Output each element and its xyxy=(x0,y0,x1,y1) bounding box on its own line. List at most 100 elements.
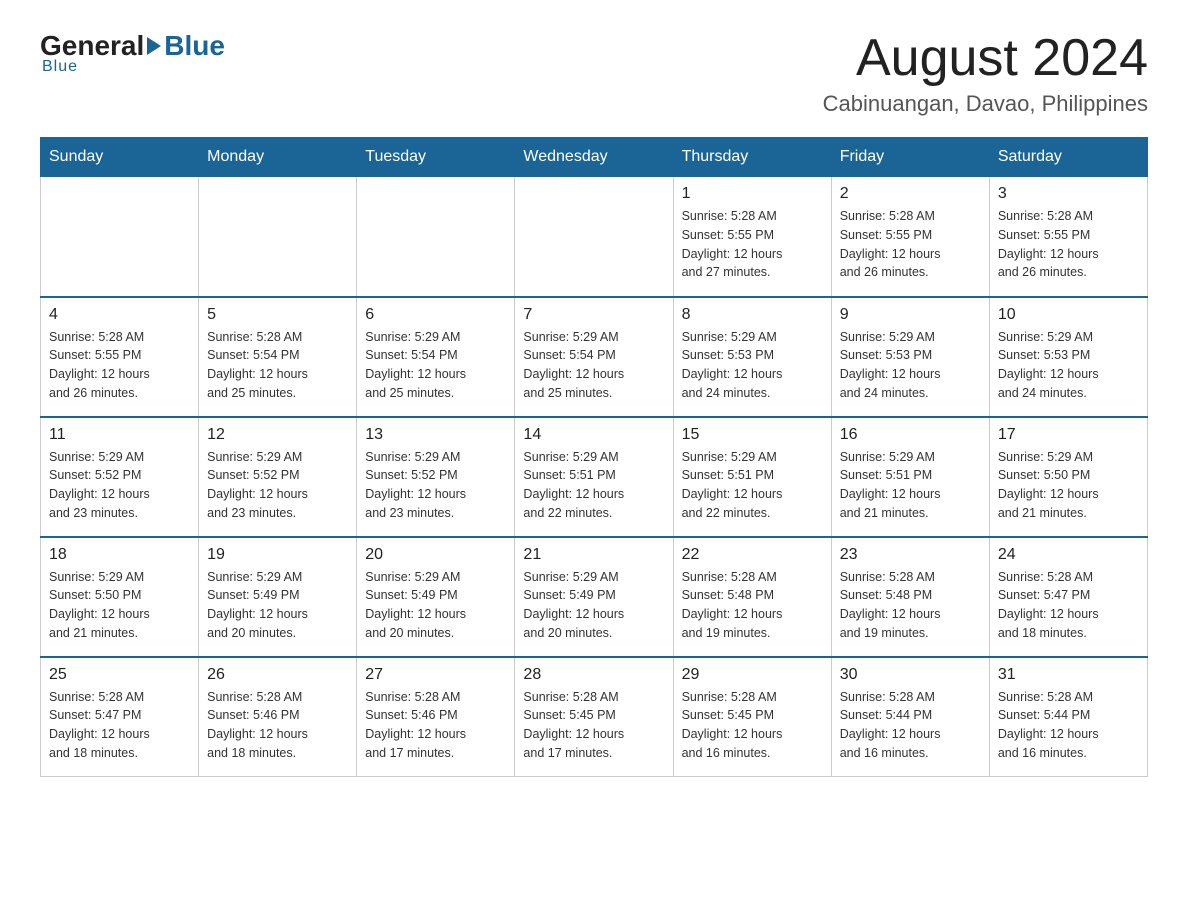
week-row-2: 4Sunrise: 5:28 AMSunset: 5:55 PMDaylight… xyxy=(41,297,1148,417)
day-info: Sunrise: 5:28 AMSunset: 5:44 PMDaylight:… xyxy=(998,688,1139,763)
day-cell-9: 9 Sunrise: 5:29 AMSunset: 5:53 PMDaylight… xyxy=(831,297,989,417)
empty-cell xyxy=(41,177,199,297)
day-info: Sunrise: 5:29 AMSunset: 5:53 PMDaylight:… xyxy=(840,328,981,403)
day-cell-1: 1 Sunrise: 5:28 AMSunset: 5:55 PMDaylight… xyxy=(673,177,831,297)
day-info: Sunrise: 5:28 AMSunset: 5:47 PMDaylight:… xyxy=(998,568,1139,643)
day-number: 11 xyxy=(49,426,190,444)
header-cell-thursday: Thursday xyxy=(673,138,831,177)
day-cell-5: 5 Sunrise: 5:28 AMSunset: 5:54 PMDaylight… xyxy=(199,297,357,417)
day-info: Sunrise: 5:29 AMSunset: 5:51 PMDaylight:… xyxy=(682,448,823,523)
day-cell-17: 17Sunrise: 5:29 AMSunset: 5:50 PMDayligh… xyxy=(989,417,1147,537)
day-info: Sunrise: 5:29 AMSunset: 5:51 PMDaylight:… xyxy=(523,448,664,523)
header-row: SundayMondayTuesdayWednesdayThursdayFrid… xyxy=(41,138,1148,177)
title-block: August 2024 Cabinuangan, Davao, Philippi… xyxy=(823,30,1148,117)
day-cell-23: 23Sunrise: 5:28 AMSunset: 5:48 PMDayligh… xyxy=(831,537,989,657)
day-cell-8: 8 Sunrise: 5:29 AMSunset: 5:53 PMDaylight… xyxy=(673,297,831,417)
day-info: Sunrise: 5:29 AMSunset: 5:54 PMDaylight:… xyxy=(523,328,664,403)
header-cell-tuesday: Tuesday xyxy=(357,138,515,177)
day-number: 13 xyxy=(365,426,506,444)
day-info: Sunrise: 5:29 AMSunset: 5:49 PMDaylight:… xyxy=(523,568,664,643)
header-cell-saturday: Saturday xyxy=(989,138,1147,177)
calendar-table: SundayMondayTuesdayWednesdayThursdayFrid… xyxy=(40,137,1148,777)
day-info: Sunrise: 5:28 AMSunset: 5:54 PMDaylight:… xyxy=(207,328,348,403)
logo-blue-text: Blue xyxy=(164,30,225,62)
day-cell-21: 21 Sunrise: 5:29 AMSunset: 5:49 PMDayligh… xyxy=(515,537,673,657)
day-cell-26: 26Sunrise: 5:28 AMSunset: 5:46 PMDayligh… xyxy=(199,657,357,777)
week-row-3: 11 Sunrise: 5:29 AMSunset: 5:52 PMDayligh… xyxy=(41,417,1148,537)
day-info: Sunrise: 5:28 AMSunset: 5:55 PMDaylight:… xyxy=(682,207,823,282)
week-row-5: 25Sunrise: 5:28 AMSunset: 5:47 PMDayligh… xyxy=(41,657,1148,777)
calendar-header: SundayMondayTuesdayWednesdayThursdayFrid… xyxy=(41,138,1148,177)
day-number: 14 xyxy=(523,426,664,444)
day-number: 23 xyxy=(840,546,981,564)
day-number: 16 xyxy=(840,426,981,444)
location-title: Cabinuangan, Davao, Philippines xyxy=(823,91,1148,117)
day-info: Sunrise: 5:29 AMSunset: 5:49 PMDaylight:… xyxy=(365,568,506,643)
header-cell-wednesday: Wednesday xyxy=(515,138,673,177)
day-cell-12: 12Sunrise: 5:29 AMSunset: 5:52 PMDayligh… xyxy=(199,417,357,537)
logo: General Blue Blue xyxy=(40,30,225,76)
day-cell-3: 3 Sunrise: 5:28 AMSunset: 5:55 PMDaylight… xyxy=(989,177,1147,297)
day-cell-10: 10 Sunrise: 5:29 AMSunset: 5:53 PMDayligh… xyxy=(989,297,1147,417)
day-number: 24 xyxy=(998,546,1139,564)
day-number: 5 xyxy=(207,306,348,324)
day-info: Sunrise: 5:29 AMSunset: 5:54 PMDaylight:… xyxy=(365,328,506,403)
day-number: 21 xyxy=(523,546,664,564)
day-number: 19 xyxy=(207,546,348,564)
day-cell-14: 14 Sunrise: 5:29 AMSunset: 5:51 PMDayligh… xyxy=(515,417,673,537)
day-cell-24: 24 Sunrise: 5:28 AMSunset: 5:47 PMDayligh… xyxy=(989,537,1147,657)
day-cell-22: 22 Sunrise: 5:28 AMSunset: 5:48 PMDayligh… xyxy=(673,537,831,657)
day-number: 7 xyxy=(523,306,664,324)
day-info: Sunrise: 5:28 AMSunset: 5:45 PMDaylight:… xyxy=(523,688,664,763)
day-number: 30 xyxy=(840,666,981,684)
day-info: Sunrise: 5:29 AMSunset: 5:52 PMDaylight:… xyxy=(207,448,348,523)
day-info: Sunrise: 5:29 AMSunset: 5:53 PMDaylight:… xyxy=(998,328,1139,403)
day-cell-11: 11Sunrise: 5:29 AMSunset: 5:52 PMDayligh… xyxy=(41,417,199,537)
week-row-4: 18Sunrise: 5:29 AMSunset: 5:50 PMDayligh… xyxy=(41,537,1148,657)
day-number: 10 xyxy=(998,306,1139,324)
day-cell-31: 31Sunrise: 5:28 AMSunset: 5:44 PMDayligh… xyxy=(989,657,1147,777)
day-cell-25: 25Sunrise: 5:28 AMSunset: 5:47 PMDayligh… xyxy=(41,657,199,777)
day-info: Sunrise: 5:29 AMSunset: 5:52 PMDaylight:… xyxy=(365,448,506,523)
day-number: 25 xyxy=(49,666,190,684)
day-info: Sunrise: 5:29 AMSunset: 5:53 PMDaylight:… xyxy=(682,328,823,403)
day-number: 20 xyxy=(365,546,506,564)
day-number: 9 xyxy=(840,306,981,324)
day-number: 1 xyxy=(682,185,823,203)
day-info: Sunrise: 5:29 AMSunset: 5:51 PMDaylight:… xyxy=(840,448,981,523)
day-cell-30: 30Sunrise: 5:28 AMSunset: 5:44 PMDayligh… xyxy=(831,657,989,777)
day-number: 15 xyxy=(682,426,823,444)
day-number: 22 xyxy=(682,546,823,564)
day-number: 29 xyxy=(682,666,823,684)
day-cell-18: 18Sunrise: 5:29 AMSunset: 5:50 PMDayligh… xyxy=(41,537,199,657)
day-cell-29: 29 Sunrise: 5:28 AMSunset: 5:45 PMDayligh… xyxy=(673,657,831,777)
day-info: Sunrise: 5:28 AMSunset: 5:55 PMDaylight:… xyxy=(840,207,981,282)
logo-arrow-icon xyxy=(147,37,161,55)
day-cell-6: 6Sunrise: 5:29 AMSunset: 5:54 PMDaylight… xyxy=(357,297,515,417)
header-cell-friday: Friday xyxy=(831,138,989,177)
day-cell-20: 20 Sunrise: 5:29 AMSunset: 5:49 PMDayligh… xyxy=(357,537,515,657)
empty-cell xyxy=(515,177,673,297)
day-number: 8 xyxy=(682,306,823,324)
week-row-1: 1 Sunrise: 5:28 AMSunset: 5:55 PMDaylight… xyxy=(41,177,1148,297)
day-info: Sunrise: 5:28 AMSunset: 5:46 PMDaylight:… xyxy=(365,688,506,763)
day-info: Sunrise: 5:29 AMSunset: 5:50 PMDaylight:… xyxy=(998,448,1139,523)
day-cell-13: 13 Sunrise: 5:29 AMSunset: 5:52 PMDayligh… xyxy=(357,417,515,537)
day-info: Sunrise: 5:28 AMSunset: 5:55 PMDaylight:… xyxy=(998,207,1139,282)
month-title: August 2024 xyxy=(823,30,1148,87)
day-cell-4: 4Sunrise: 5:28 AMSunset: 5:55 PMDaylight… xyxy=(41,297,199,417)
day-cell-16: 16 Sunrise: 5:29 AMSunset: 5:51 PMDayligh… xyxy=(831,417,989,537)
day-info: Sunrise: 5:28 AMSunset: 5:48 PMDaylight:… xyxy=(682,568,823,643)
day-cell-28: 28 Sunrise: 5:28 AMSunset: 5:45 PMDayligh… xyxy=(515,657,673,777)
header-cell-monday: Monday xyxy=(199,138,357,177)
day-cell-27: 27Sunrise: 5:28 AMSunset: 5:46 PMDayligh… xyxy=(357,657,515,777)
day-info: Sunrise: 5:28 AMSunset: 5:45 PMDaylight:… xyxy=(682,688,823,763)
logo-underline: Blue xyxy=(42,58,78,76)
day-info: Sunrise: 5:28 AMSunset: 5:55 PMDaylight:… xyxy=(49,328,190,403)
day-number: 18 xyxy=(49,546,190,564)
calendar-body: 1 Sunrise: 5:28 AMSunset: 5:55 PMDaylight… xyxy=(41,177,1148,777)
day-number: 28 xyxy=(523,666,664,684)
header-cell-sunday: Sunday xyxy=(41,138,199,177)
page-header: General Blue Blue August 2024 Cabinuanga… xyxy=(40,30,1148,117)
day-number: 3 xyxy=(998,185,1139,203)
